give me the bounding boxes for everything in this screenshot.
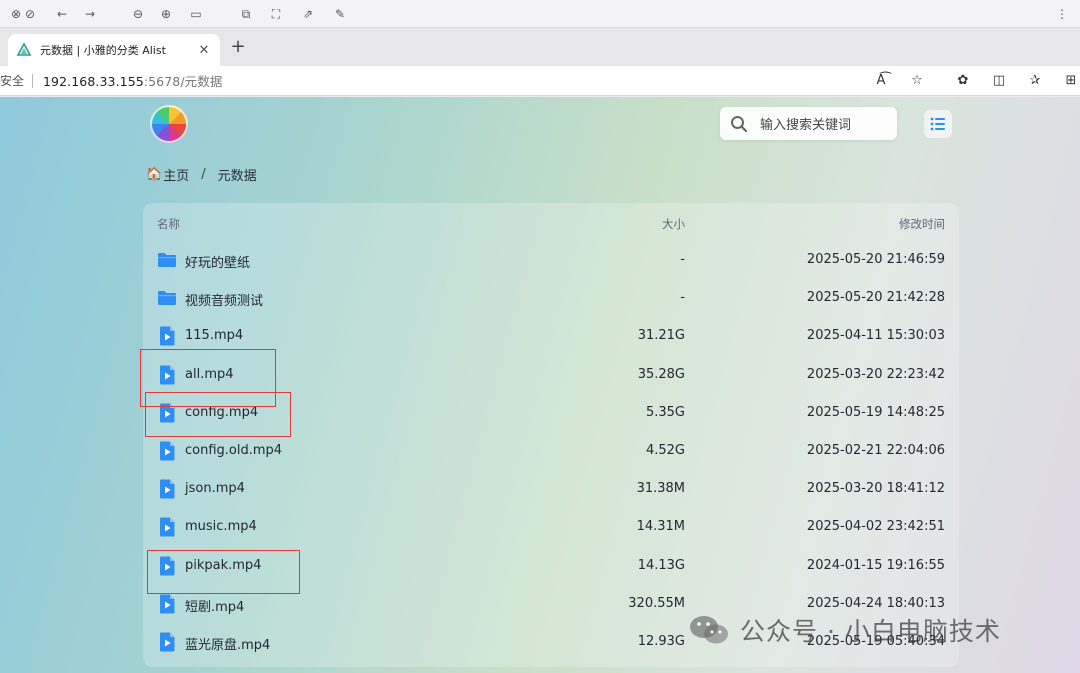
file-row[interactable]: config.old.mp4 4.52G 2025-02-21 22:04:06 [143, 432, 959, 470]
file-modified: 2025-04-24 18:40:13 [806, 595, 945, 611]
breadcrumb-separator: / [201, 167, 206, 182]
file-size: 35.28G [637, 366, 685, 382]
tools-icon[interactable]: ✎ [330, 4, 350, 24]
split-screen-icon[interactable]: ◫ [990, 72, 1008, 90]
zoom-out-icon[interactable]: ⊖ [128, 4, 148, 24]
site-logo[interactable] [150, 105, 188, 143]
file-size: 14.31M [636, 519, 685, 535]
layout-toggle-button[interactable] [924, 110, 952, 138]
file-name[interactable]: music.mp4 [185, 519, 257, 534]
file-size: 31.38M [636, 481, 685, 497]
collections-icon[interactable]: ⊞ [1062, 72, 1080, 90]
file-name[interactable]: 视频音频测试 [185, 290, 263, 309]
highlight-box-pikpak [147, 550, 300, 594]
url-field[interactable]: 192.168.33.155:5678/元数据 [43, 71, 222, 90]
minimize-window-icon[interactable]: ⊘ [20, 4, 40, 24]
list-header: 名称 大小 修改时间 [143, 203, 959, 241]
alist-logo-icon [16, 42, 32, 56]
column-size[interactable]: 大小 [662, 216, 685, 232]
window-arrange-icon[interactable]: ⧉ [236, 4, 256, 24]
wechat-icon [690, 616, 728, 644]
column-name[interactable]: 名称 [157, 216, 180, 232]
favorites-icon[interactable]: ✰ [1026, 72, 1044, 90]
back-icon[interactable]: ← [52, 4, 72, 24]
file-modified: 2025-03-20 18:41:12 [806, 481, 945, 497]
file-modified: 2025-05-19 14:48:25 [806, 404, 945, 420]
column-modified[interactable]: 修改时间 [899, 216, 945, 232]
address-bar: 安全 192.168.33.155:5678/元数据 A͡ ☆ ✿ ◫ ✰ ⊞ [0, 66, 1080, 96]
share-icon[interactable]: ⇗ [298, 4, 318, 24]
file-modified: 2025-04-02 23:42:51 [806, 519, 945, 535]
video-file-icon [157, 632, 177, 652]
tab-title: 元数据 | 小雅的分类 Alist [40, 44, 166, 57]
highlight-box-config [145, 392, 291, 437]
watermark-text: 公众号 · 小白电脑技术 [740, 617, 1001, 646]
browser-toolbar: ⊗ ⊘ ← → ⊖ ⊕ ▭ ⧉ ⛶ ⇗ ✎ ⋮ [0, 0, 1080, 28]
file-name[interactable]: json.mp4 [185, 481, 245, 496]
url-path: :5678/元数据 [143, 74, 223, 89]
watermark: 公众号 · 小白电脑技术 [688, 612, 1001, 648]
video-file-icon [157, 441, 177, 461]
video-file-icon [157, 326, 177, 346]
tab-active[interactable]: 元数据 | 小雅的分类 Alist ✕ [8, 34, 220, 66]
video-file-icon [157, 594, 177, 614]
fit-screen-icon[interactable]: ▭ [186, 4, 206, 24]
list-view-icon [930, 117, 945, 131]
more-options-icon[interactable]: ⋮ [1052, 4, 1072, 24]
zoom-in-icon[interactable]: ⊕ [156, 4, 176, 24]
file-row[interactable]: 好玩的壁纸 - 2025-05-20 21:46:59 [143, 241, 959, 279]
file-modified: 2025-02-21 22:04:06 [806, 443, 945, 458]
video-file-icon [157, 517, 177, 537]
security-label[interactable]: 安全 [0, 72, 28, 89]
search-icon [731, 115, 748, 132]
file-modified: 2025-03-20 22:23:42 [806, 366, 945, 382]
file-size: 14.13G [637, 557, 685, 573]
search-placeholder: 输入搜索关键词 [760, 118, 852, 133]
file-name[interactable]: 短剧.mp4 [185, 596, 244, 615]
file-name[interactable]: 115.mp4 [185, 328, 243, 343]
address-divider [32, 73, 33, 88]
file-size: - [680, 290, 685, 306]
file-row[interactable]: music.mp4 14.31M 2025-04-02 23:42:51 [143, 508, 959, 546]
file-row[interactable]: json.mp4 31.38M 2025-03-20 18:41:12 [143, 470, 959, 508]
file-modified: 2024-01-15 19:16:55 [806, 557, 945, 573]
file-size: 4.52G [645, 443, 685, 458]
new-tab-button[interactable]: + [228, 36, 248, 57]
favorite-star-icon[interactable]: ☆ [908, 72, 926, 90]
file-size: 31.21G [637, 328, 685, 344]
file-name[interactable]: 蓝光原盘.mp4 [185, 634, 270, 653]
home-icon[interactable]: 🏠 [146, 167, 162, 182]
read-aloud-icon[interactable]: A͡ [872, 72, 890, 90]
file-modified: 2025-05-20 21:42:28 [806, 290, 945, 306]
file-row[interactable]: 视频音频测试 - 2025-05-20 21:42:28 [143, 279, 959, 317]
file-name[interactable]: config.old.mp4 [185, 443, 282, 458]
breadcrumb-home[interactable]: 主页 [163, 165, 189, 184]
search-box[interactable]: 输入搜索关键词 [720, 107, 897, 140]
folder-icon [157, 250, 177, 270]
file-modified: 2025-05-20 21:46:59 [806, 252, 945, 267]
video-file-icon [157, 479, 177, 499]
file-size: 12.93G [637, 634, 685, 649]
breadcrumb: 🏠 主页 / 元数据 [146, 165, 257, 184]
file-modified: 2025-04-11 15:30:03 [806, 328, 945, 344]
file-size: 320.55M [628, 595, 685, 611]
url-host: 192.168.33.155 [43, 74, 144, 89]
tab-strip: 元数据 | 小雅的分类 Alist ✕ + [0, 28, 1080, 66]
extensions-icon[interactable]: ✿ [954, 72, 972, 90]
file-size: 5.35G [645, 404, 685, 420]
folder-icon [157, 288, 177, 308]
forward-icon[interactable]: → [80, 4, 100, 24]
screenshot-icon[interactable]: ⛶ [266, 4, 286, 24]
file-name[interactable]: 好玩的壁纸 [185, 252, 250, 271]
file-size: - [680, 252, 685, 267]
breadcrumb-current[interactable]: 元数据 [218, 165, 257, 184]
tab-close-icon[interactable]: ✕ [196, 43, 212, 58]
